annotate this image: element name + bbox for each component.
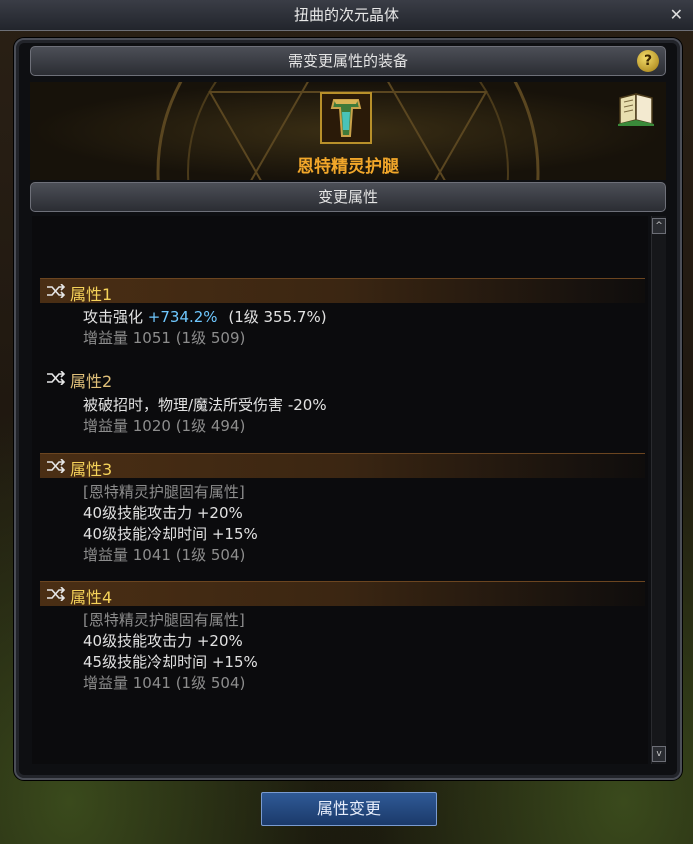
equip-section-header: 需变更属性的装备 ? (30, 46, 666, 76)
attribute-row-2[interactable]: 属性2 (40, 366, 645, 391)
close-icon[interactable]: ✕ (670, 0, 683, 30)
book-icon[interactable] (616, 90, 656, 126)
attribute-title: 属性1 (70, 285, 113, 304)
shuffle-icon (47, 371, 66, 385)
equipment-name: 恩特精灵护腿 (297, 157, 399, 177)
attribute-4-effect-2: 45级技能冷却时间 +15% (83, 653, 258, 671)
scroll-up-button[interactable]: ^ (652, 218, 666, 234)
attribute-2-effect: 被破招时，物理/魔法所受伤害 -20% (83, 396, 327, 414)
leg-armor-icon (322, 94, 370, 142)
equipment-slot[interactable] (320, 92, 372, 144)
attribute-title: 属性4 (70, 588, 113, 607)
attribute-1-effect: 攻击强化 +734.2% (1级 355.7%) (83, 308, 327, 326)
equip-section-title: 需变更属性的装备 (287, 52, 408, 70)
change-section-title: 变更属性 (317, 188, 378, 206)
attribute-1-value: +734.2% (147, 308, 218, 326)
help-icon[interactable]: ? (637, 50, 659, 72)
attribute-row-1[interactable]: 属性1 (40, 278, 645, 304)
attribute-4-tag: [恩特精灵护腿固有属性] (83, 611, 245, 629)
shuffle-icon (47, 459, 66, 473)
attribute-2-gain: 增益量 1020 (1级 494) (83, 417, 246, 435)
attribute-row-3[interactable]: 属性3 (40, 453, 645, 479)
attribute-4-gain: 增益量 1041 (1级 504) (83, 674, 246, 692)
shuffle-icon (47, 587, 66, 601)
attribute-3-effect-1: 40级技能攻击力 +20% (83, 504, 243, 522)
window-titlebar: 扭曲的次元晶体 ✕ (0, 0, 693, 31)
attribute-title: 属性3 (70, 460, 113, 479)
attribute-3-gain: 增益量 1041 (1级 504) (83, 546, 246, 564)
attribute-3-tag: [恩特精灵护腿固有属性] (83, 483, 245, 501)
attribute-row-4[interactable]: 属性4 (40, 581, 645, 607)
attribute-3-effect-2: 40级技能冷却时间 +15% (83, 525, 258, 543)
change-attribute-button[interactable]: 属性变更 (261, 792, 437, 826)
attribute-1-gain: 增益量 1051 (1级 509) (83, 329, 246, 347)
shuffle-icon (47, 284, 66, 298)
scrollbar[interactable]: ^ v (651, 216, 666, 764)
attribute-4-effect-1: 40级技能攻击力 +20% (83, 632, 243, 650)
change-section-header: 变更属性 (30, 182, 666, 212)
scroll-down-button[interactable]: v (652, 746, 666, 762)
equip-display: 恩特精灵护腿 (30, 82, 666, 180)
window-title: 扭曲的次元晶体 (293, 6, 399, 24)
attribute-title: 属性2 (70, 372, 113, 391)
